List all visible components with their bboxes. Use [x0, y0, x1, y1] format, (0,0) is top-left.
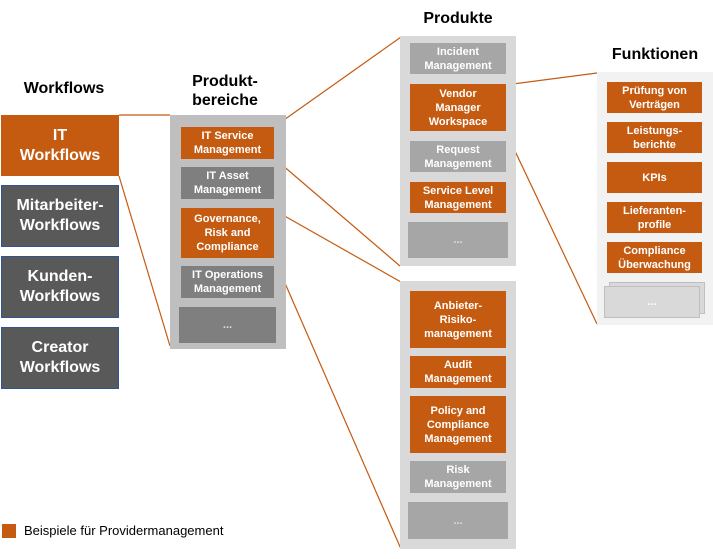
produkt-service-level-management[interactable]: Service Level Management — [410, 182, 506, 213]
funktion-pruefung-vertraegen[interactable]: Prüfung von Verträgen — [607, 82, 702, 113]
funktion-kpis[interactable]: KPIs — [607, 162, 702, 193]
produkt-request-management[interactable]: Request Management — [410, 141, 506, 172]
heading-funktionen: Funktionen — [611, 46, 699, 63]
funktion-compliance-ueberwachung[interactable]: Compliance Überwachung — [607, 242, 702, 273]
connector-itsm-bottom — [273, 157, 401, 267]
workflow-mitarbeiter[interactable]: Mitarbeiter- Workflows — [1, 185, 119, 247]
funktion-more[interactable]: ... — [604, 286, 700, 318]
connector-grc-bottom — [273, 257, 402, 550]
heading-produktbereiche: Produkt- bereiche — [192, 73, 258, 109]
produkt-policy-compliance-management[interactable]: Policy and Compliance Management — [410, 396, 506, 453]
bereich-more[interactable]: ... — [179, 307, 276, 343]
connector-grc-top — [273, 209, 402, 283]
workflow-it[interactable]: IT Workflows — [1, 115, 119, 176]
heading-workflows: Workflows — [23, 80, 105, 97]
produkt-itsm-more[interactable]: ... — [408, 222, 508, 258]
produkt-vendor-manager-workspace[interactable]: Vendor Manager Workspace — [410, 84, 506, 131]
funktion-leistungsberichte[interactable]: Leistungs- berichte — [607, 122, 702, 153]
funktion-lieferantenprofile[interactable]: Lieferanten- profile — [607, 202, 702, 233]
produkt-risk-management[interactable]: Risk Management — [410, 461, 506, 493]
legend-label: Beispiele für Providermanagement — [24, 523, 224, 538]
connector-vmw-bottom — [504, 129, 598, 325]
produkt-anbieter-risikomanagement[interactable]: Anbieter- Risiko- management — [410, 291, 506, 348]
produkt-grc-more[interactable]: ... — [408, 502, 508, 539]
workflow-kunden[interactable]: Kunden- Workflows — [1, 256, 119, 318]
connector-vmw-top — [504, 72, 598, 86]
connector-it-workflows-bottom — [118, 175, 171, 347]
legend-swatch — [2, 524, 16, 538]
produkt-incident-management[interactable]: Incident Management — [410, 43, 506, 74]
bereich-grc[interactable]: Governance, Risk and Compliance — [181, 208, 274, 258]
bereich-itsm[interactable]: IT Service Management — [181, 127, 274, 159]
produkt-audit-management[interactable]: Audit Management — [410, 356, 506, 388]
connector-itsm-top — [273, 36, 402, 128]
bereich-itam[interactable]: IT Asset Management — [181, 167, 274, 199]
bereich-itom[interactable]: IT Operations Management — [181, 266, 274, 298]
heading-produkte: Produkte — [423, 10, 493, 27]
workflow-creator[interactable]: Creator Workflows — [1, 327, 119, 389]
